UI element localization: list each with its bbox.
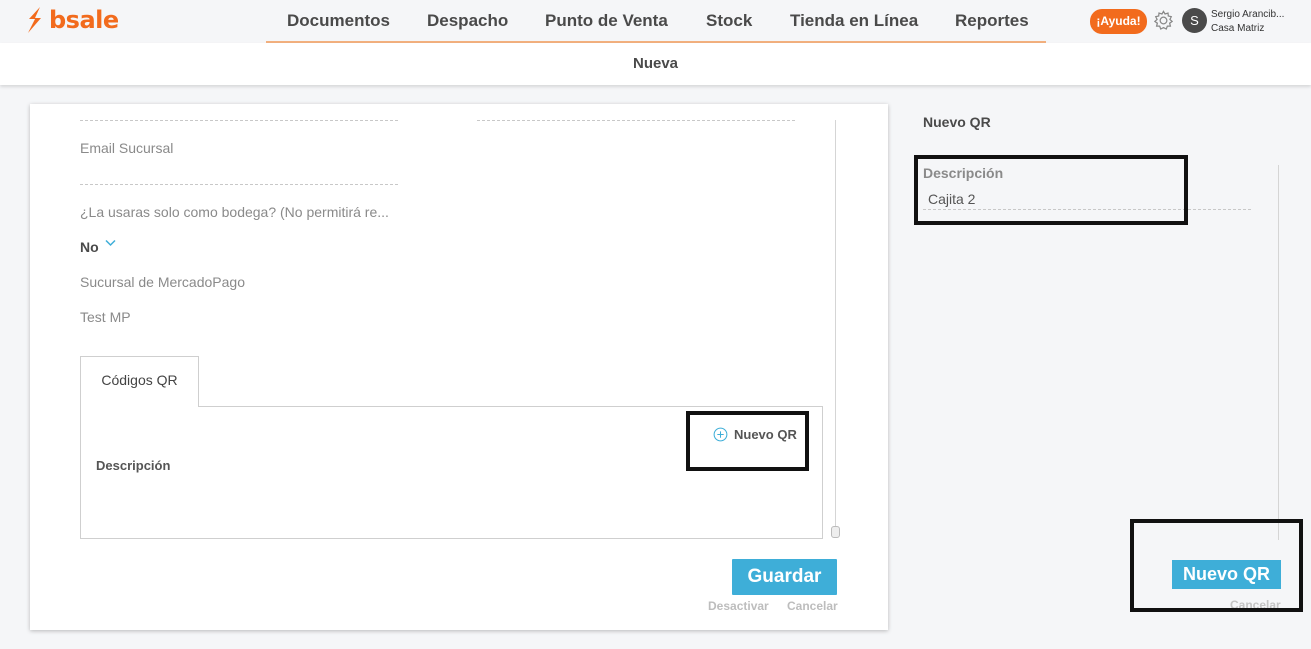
warehouse-only-select[interactable]: No	[80, 239, 99, 255]
chevron-down-icon[interactable]	[105, 239, 116, 247]
main-nav: Documentos Despacho Punto de Venta Stock…	[266, 0, 1046, 43]
create-qr-button[interactable]: Nuevo QR	[1172, 560, 1281, 589]
qr-table-header-description: Descripción	[96, 458, 171, 473]
nav-stock[interactable]: Stock	[706, 11, 752, 31]
branch-form-card: Email Sucursal ¿La usaras solo como bode…	[30, 104, 888, 630]
bsale-logo[interactable]: bsale	[24, 6, 119, 34]
mercadopago-branch-label: Sucursal de MercadoPago	[80, 274, 245, 290]
field-underline	[80, 120, 398, 121]
gear-icon[interactable]	[1152, 9, 1175, 32]
help-button[interactable]: ¡Ayuda!	[1090, 9, 1147, 34]
page-title: Nueva	[632, 55, 679, 72]
tab-qr-codes[interactable]: Códigos QR	[80, 356, 199, 407]
scrollbar-thumb[interactable]	[831, 526, 840, 538]
top-navbar: bsale Documentos Despacho Punto de Venta…	[0, 0, 1311, 43]
panel-divider	[1278, 165, 1279, 540]
new-qr-panel-title: Nuevo QR	[923, 114, 991, 130]
nav-punto-de-venta[interactable]: Punto de Venta	[545, 11, 668, 31]
nav-tienda-en-linea[interactable]: Tienda en Línea	[790, 11, 918, 31]
nav-reportes[interactable]: Reportes	[955, 11, 1029, 31]
field-underline	[477, 120, 795, 121]
user-branch: Casa Matriz	[1211, 23, 1265, 34]
highlight-box	[914, 155, 1188, 225]
highlight-box	[686, 411, 809, 471]
cancel-link[interactable]: Cancelar	[787, 599, 838, 613]
nav-documentos[interactable]: Documentos	[287, 11, 390, 31]
logo-text: bsale	[49, 6, 119, 34]
qr-cancel-link[interactable]: Cancelar	[1230, 598, 1281, 608]
page-subheader: Nueva	[0, 43, 1311, 85]
user-avatar[interactable]: S	[1182, 8, 1207, 33]
mercadopago-branch-value[interactable]: Test MP	[80, 309, 131, 325]
user-name[interactable]: Sergio Arancib...	[1211, 9, 1284, 20]
deactivate-link[interactable]: Desactivar	[708, 599, 769, 613]
email-branch-field[interactable]	[80, 184, 398, 185]
warehouse-only-label: ¿La usaras solo como bodega? (No permiti…	[80, 204, 389, 220]
scrollbar-track[interactable]	[835, 120, 836, 538]
bsale-logo-icon	[28, 7, 41, 33]
nav-despacho[interactable]: Despacho	[427, 11, 508, 31]
save-button[interactable]: Guardar	[732, 559, 837, 595]
email-branch-label: Email Sucursal	[80, 140, 174, 156]
